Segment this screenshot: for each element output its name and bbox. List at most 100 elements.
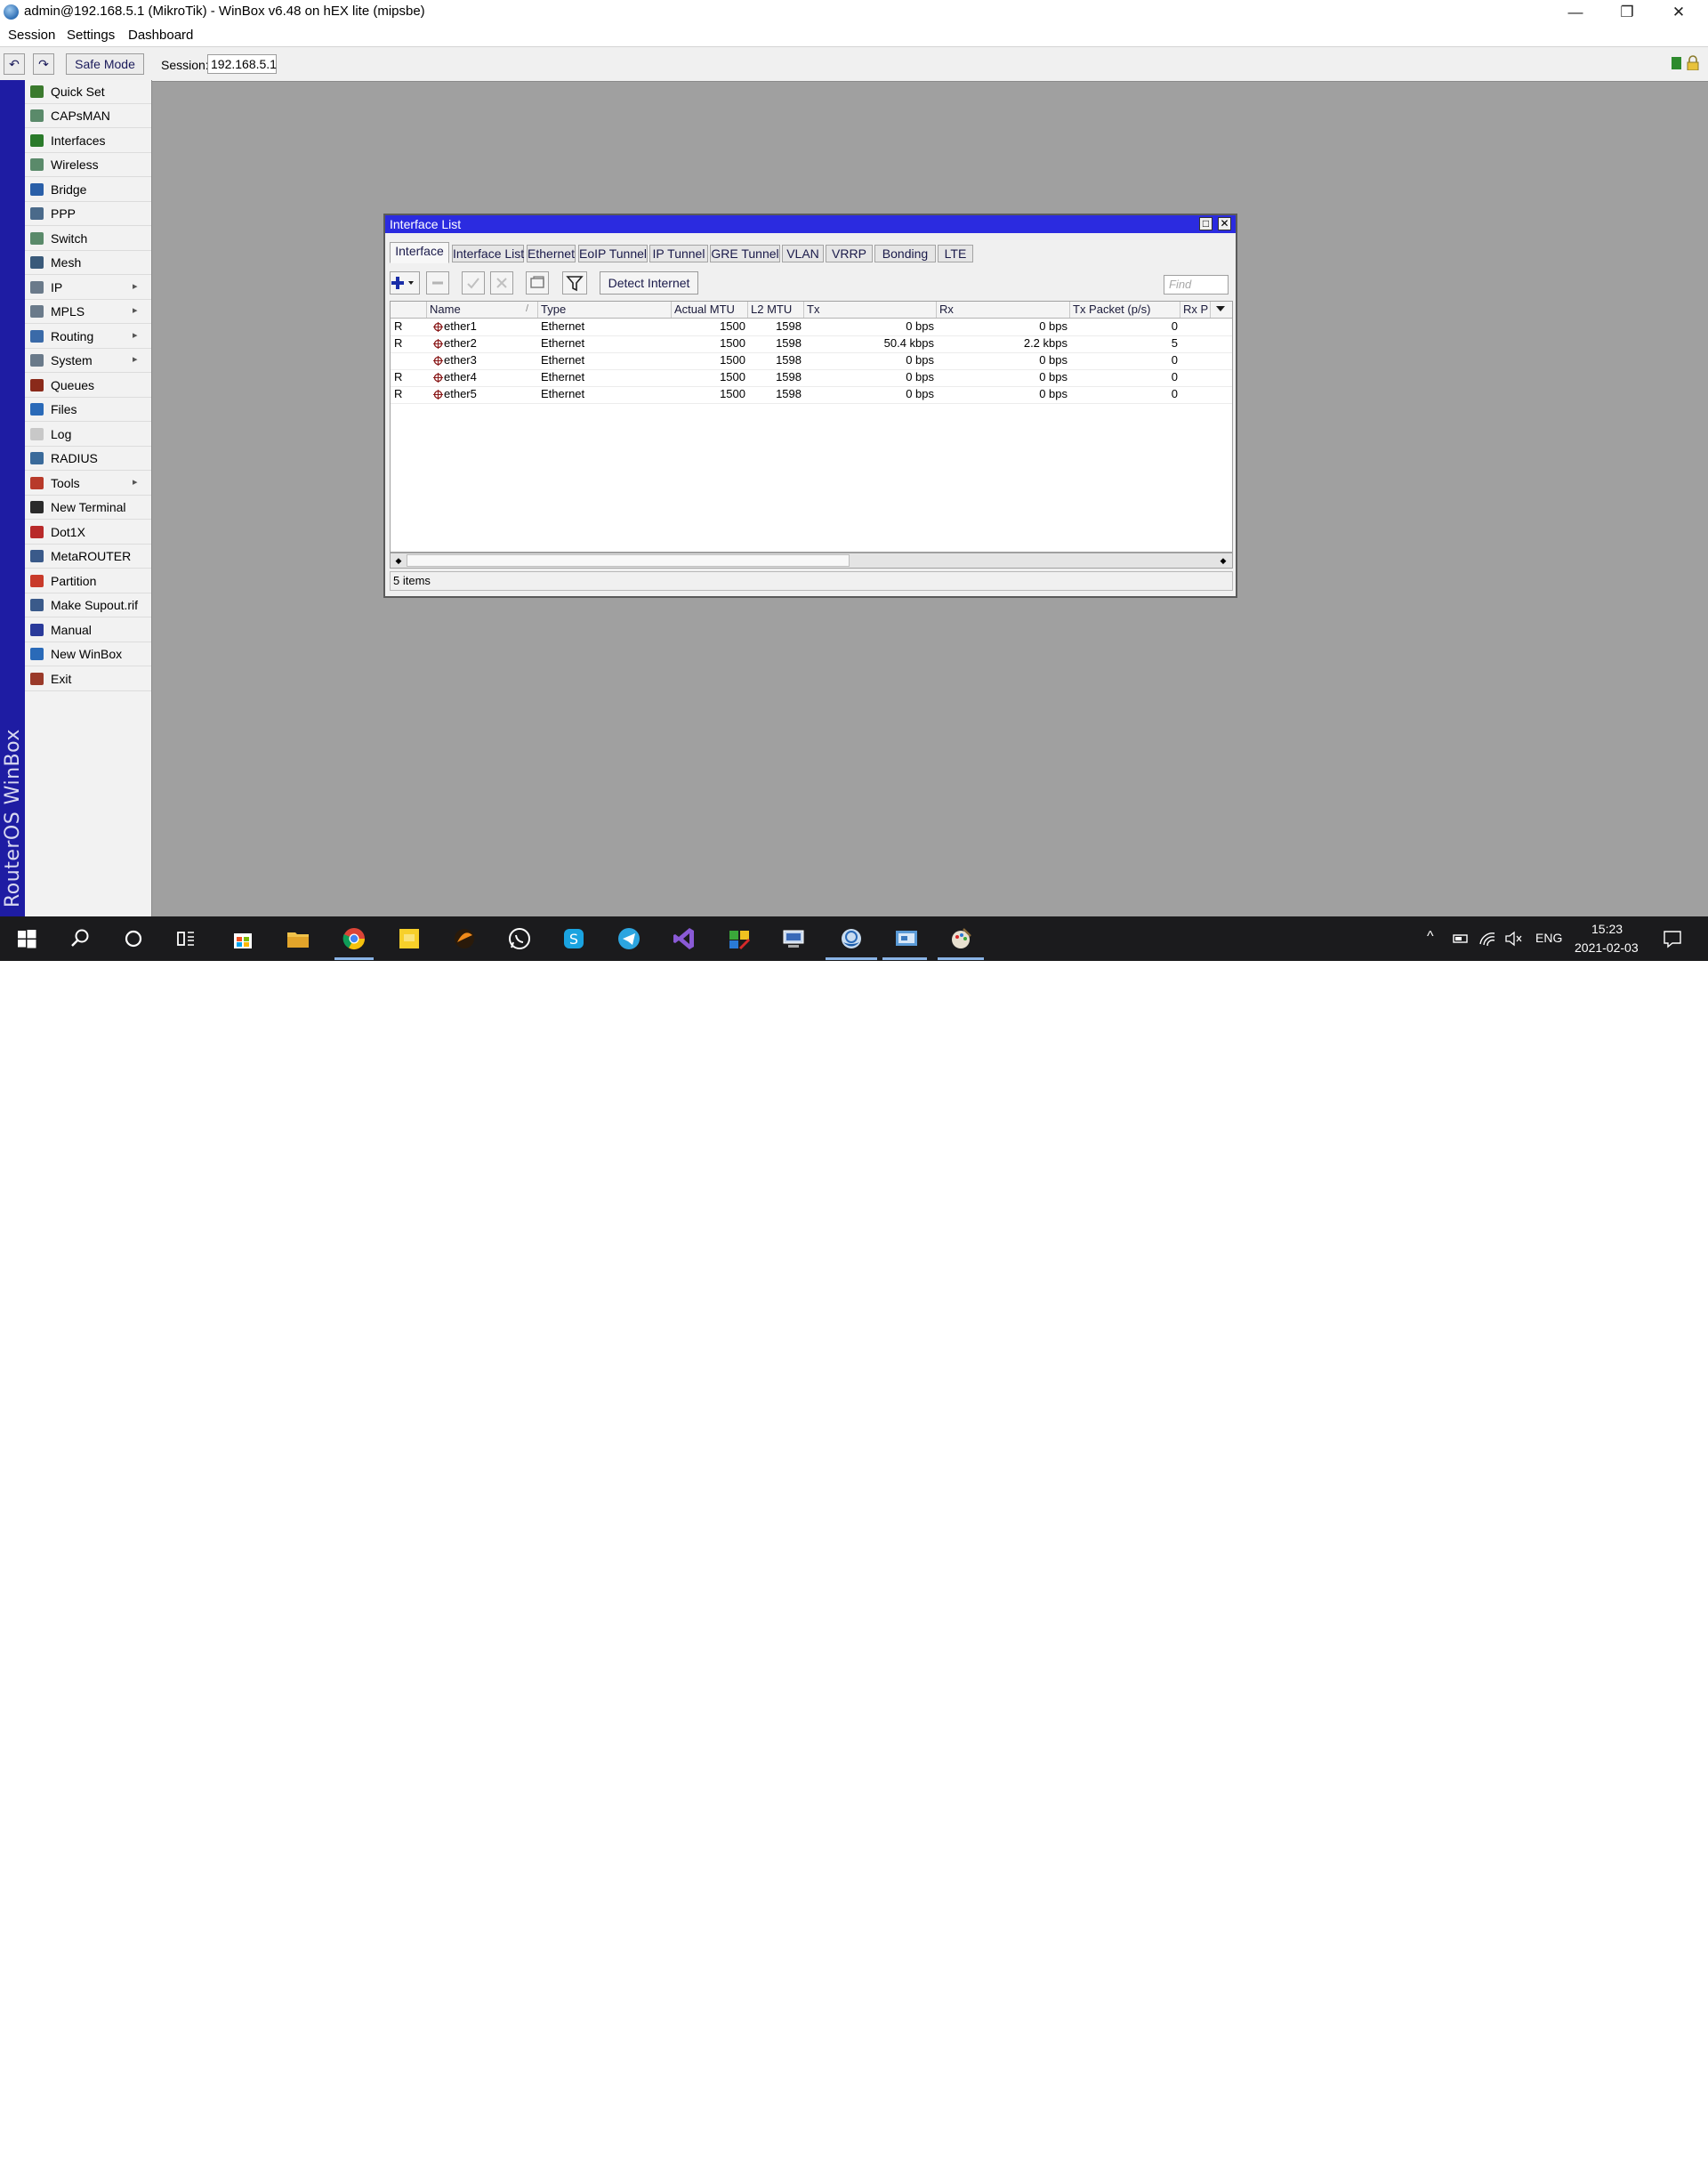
wifi-icon[interactable] xyxy=(1478,927,1497,950)
detect-internet-button[interactable]: Detect Internet xyxy=(600,271,698,295)
sidebar-item-quick-set[interactable]: Quick Set xyxy=(25,80,151,104)
sidebar-item-switch[interactable]: Switch xyxy=(25,227,151,251)
table-row[interactable]: Rether5 Ethernet 1500 1598 0 bps 0 bps 0 xyxy=(391,386,1232,404)
tab-vrrp[interactable]: VRRP xyxy=(826,245,873,262)
tray-chevron-icon[interactable]: ^ xyxy=(1427,929,1434,945)
safe-mode-button[interactable]: Safe Mode xyxy=(66,53,144,75)
sidebar-item-make-supout-rif[interactable]: Make Supout.rif xyxy=(25,593,151,617)
filter-button[interactable] xyxy=(562,271,587,295)
sidebar-item-files[interactable]: Files xyxy=(25,398,151,422)
sidebar-item-new-terminal[interactable]: New Terminal xyxy=(25,496,151,520)
tab-bonding[interactable]: Bonding xyxy=(874,245,936,262)
col-rx[interactable]: Rx xyxy=(937,302,1070,318)
volume-muted-icon[interactable] xyxy=(1503,927,1523,950)
sidebar-item-dot1x[interactable]: Dot1X xyxy=(25,521,151,545)
telegram-icon[interactable] xyxy=(616,925,642,952)
minimize-button[interactable]: — xyxy=(1550,0,1601,25)
sidebar-item-capsman[interactable]: CAPsMAN xyxy=(25,104,151,128)
interface-list-titlebar[interactable]: Interface List □ ✕ xyxy=(385,215,1236,233)
sidebar-item-interfaces[interactable]: Interfaces xyxy=(25,129,151,153)
sidebar-item-ip[interactable]: IP ▸ xyxy=(25,276,151,300)
sticky-notes-icon[interactable] xyxy=(396,925,423,952)
sidebar-item-partition[interactable]: Partition xyxy=(25,569,151,593)
window-close-button[interactable]: ✕ xyxy=(1218,217,1231,230)
sidebar-item-mesh[interactable]: Mesh xyxy=(25,251,151,275)
sidebar-item-queues[interactable]: Queues xyxy=(25,374,151,398)
winbox-taskbar-icon[interactable] xyxy=(838,925,865,952)
tab-eoip-tunnel[interactable]: EoIP Tunnel xyxy=(578,245,648,262)
restore-button[interactable]: ❐ xyxy=(1601,0,1653,25)
clock-time[interactable]: 15:23 xyxy=(1591,922,1623,936)
network-app-icon[interactable] xyxy=(780,925,807,952)
comment-button[interactable] xyxy=(526,271,549,295)
sidebar-item-log[interactable]: Log xyxy=(25,423,151,447)
search-icon[interactable] xyxy=(67,925,93,952)
add-button[interactable] xyxy=(390,271,420,295)
col-flag[interactable] xyxy=(391,302,427,318)
table-row[interactable]: Rether4 Ethernet 1500 1598 0 bps 0 bps 0 xyxy=(391,369,1232,387)
task-view-icon[interactable] xyxy=(173,925,199,952)
sidebar-item-manual[interactable]: Manual xyxy=(25,618,151,642)
tab-ip-tunnel[interactable]: IP Tunnel xyxy=(649,245,708,262)
col-type[interactable]: Type xyxy=(538,302,672,318)
tab-interface-list[interactable]: Interface List xyxy=(452,245,524,262)
column-menu-button[interactable] xyxy=(1211,302,1232,318)
store-icon[interactable] xyxy=(230,925,256,952)
col-tx[interactable]: Tx xyxy=(804,302,937,318)
col-actual-mtu[interactable]: Actual MTU xyxy=(672,302,748,318)
sidebar-item-exit[interactable]: Exit xyxy=(25,667,151,691)
language-indicator[interactable]: ENG xyxy=(1535,931,1562,945)
col-rx-packet[interactable]: Rx P xyxy=(1180,302,1211,318)
sidebar-item-mpls[interactable]: MPLS ▸ xyxy=(25,300,151,324)
undo-button[interactable]: ↶ xyxy=(4,53,25,75)
media-app-icon[interactable] xyxy=(451,925,478,952)
tab-interface[interactable]: Interface xyxy=(390,242,449,263)
tab-lte[interactable]: LTE xyxy=(938,245,973,262)
tab-vlan[interactable]: VLAN xyxy=(782,245,824,262)
notifications-icon[interactable] xyxy=(1662,927,1683,950)
sidebar-item-tools[interactable]: Tools ▸ xyxy=(25,472,151,496)
session-field[interactable]: 192.168.5.1 xyxy=(207,54,277,74)
table-row[interactable]: Rether2 Ethernet 1500 1598 50.4 kbps 2.2 kbps… xyxy=(391,335,1232,353)
enable-button[interactable] xyxy=(462,271,485,295)
scroll-thumb[interactable] xyxy=(407,554,850,567)
menu-session[interactable]: Session xyxy=(8,28,55,43)
col-tx-packet[interactable]: Tx Packet (p/s) xyxy=(1070,302,1180,318)
file-explorer-icon[interactable] xyxy=(285,925,311,952)
sidebar-item-routing[interactable]: Routing ▸ xyxy=(25,325,151,349)
windows-start-icon[interactable] xyxy=(13,925,40,952)
scroll-left-icon[interactable]: ◆ xyxy=(392,554,405,567)
cortana-icon[interactable] xyxy=(120,925,147,952)
sidebar-item-metarouter[interactable]: MetaROUTER xyxy=(25,545,151,569)
sidebar-item-new-winbox[interactable]: New WinBox xyxy=(25,642,151,666)
scroll-right-icon[interactable]: ◆ xyxy=(1217,554,1229,567)
sidebar-item-ppp[interactable]: PPP xyxy=(25,202,151,226)
menu-dashboard[interactable]: Dashboard xyxy=(128,28,193,43)
tab-gre-tunnel[interactable]: GRE Tunnel xyxy=(710,245,780,262)
table-row[interactable]: ether3 Ethernet 1500 1598 0 bps 0 bps 0 xyxy=(391,352,1232,370)
col-name[interactable]: Name / xyxy=(427,302,538,318)
sidebar-item-wireless[interactable]: Wireless xyxy=(25,153,151,177)
whatsapp-icon[interactable] xyxy=(506,925,533,952)
close-button[interactable]: ✕ xyxy=(1653,0,1704,25)
disable-button[interactable] xyxy=(490,271,513,295)
battery-icon[interactable] xyxy=(1452,927,1470,950)
remote-desktop-icon[interactable] xyxy=(893,925,920,952)
tab-ethernet[interactable]: Ethernet xyxy=(527,245,576,262)
clock-date[interactable]: 2021-02-03 xyxy=(1575,940,1639,955)
col-l2-mtu[interactable]: L2 MTU xyxy=(748,302,804,318)
sidebar-item-radius[interactable]: RADIUS xyxy=(25,447,151,471)
tool-app-icon[interactable] xyxy=(726,925,753,952)
remove-button[interactable] xyxy=(426,271,449,295)
sidebar-item-system[interactable]: System ▸ xyxy=(25,349,151,373)
find-input[interactable]: Find xyxy=(1164,275,1229,295)
sidebar-item-bridge[interactable]: Bridge xyxy=(25,178,151,202)
window-maximize-button[interactable]: □ xyxy=(1199,217,1213,230)
chrome-icon[interactable] xyxy=(341,925,367,952)
visual-studio-icon[interactable] xyxy=(671,925,697,952)
menu-settings[interactable]: Settings xyxy=(67,28,115,43)
redo-button[interactable]: ↷ xyxy=(33,53,54,75)
skype-icon[interactable]: S xyxy=(560,925,587,952)
paint-app-icon[interactable] xyxy=(947,925,974,952)
table-row[interactable]: Rether1 Ethernet 1500 1598 0 bps 0 bps 0 xyxy=(391,319,1232,336)
